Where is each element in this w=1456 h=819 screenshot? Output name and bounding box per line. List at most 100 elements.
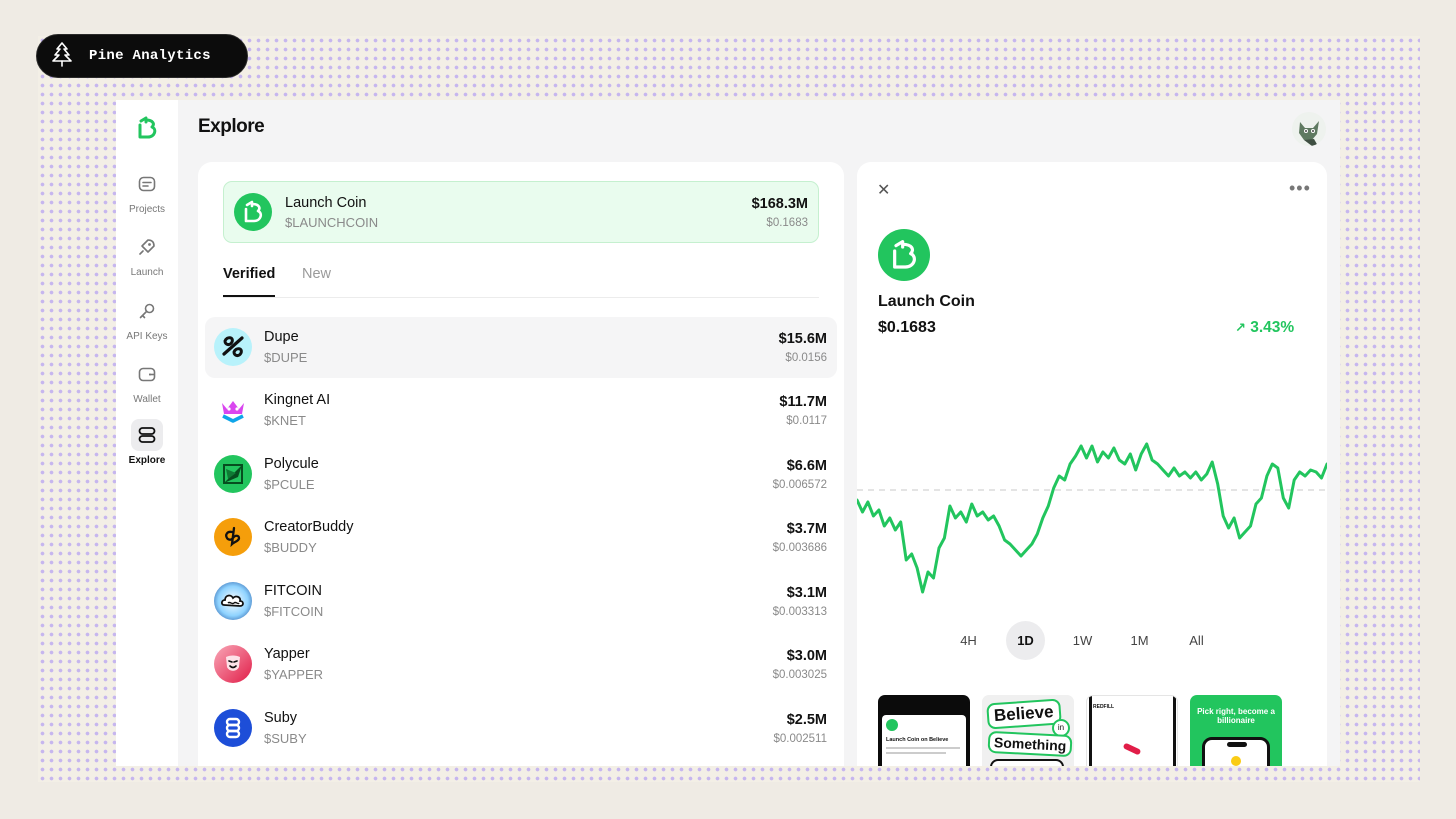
sidebar-item-launch[interactable]: Launch bbox=[116, 231, 178, 278]
app-window: Projects Launch API Keys Wallet Explore bbox=[116, 100, 1340, 766]
yapper-logo-icon bbox=[214, 645, 252, 683]
sidebar-item-explore[interactable]: Explore bbox=[116, 419, 178, 466]
featured-coin-name: Launch Coin bbox=[285, 195, 367, 211]
coin-ticker: $PCULE bbox=[264, 477, 315, 492]
kingnet-ai-logo-icon bbox=[214, 391, 252, 429]
coin-market-cap: $3.1M bbox=[786, 585, 827, 601]
coin-market-cap: $2.5M bbox=[786, 712, 827, 728]
range-all[interactable]: All bbox=[1177, 621, 1216, 660]
featured-coin-card[interactable]: Launch Coin $LAUNCHCOIN $168.3M $0.1683 bbox=[223, 181, 819, 243]
pine-analytics-badge: Pine Analytics bbox=[36, 34, 248, 78]
sidebar-item-label: API Keys bbox=[126, 331, 168, 342]
detail-coin-logo-icon bbox=[878, 229, 930, 281]
suby-logo-icon bbox=[214, 709, 252, 747]
rocket-icon bbox=[131, 231, 163, 263]
coin-ticker: $FITCOIN bbox=[264, 604, 324, 619]
creatorbuddy-logo-icon bbox=[214, 518, 252, 556]
detail-coin-price: $0.1683 bbox=[878, 319, 936, 336]
tab-new[interactable]: New bbox=[302, 266, 331, 295]
thumbnail-caption: REDFILL bbox=[1093, 704, 1115, 710]
pick-right-thumbnail[interactable]: Pick right, become a billionaire bbox=[1190, 695, 1282, 766]
tab-verified[interactable]: Verified bbox=[223, 266, 276, 297]
believe-logo-icon[interactable] bbox=[136, 116, 158, 145]
page-title: Explore bbox=[198, 116, 265, 137]
coin-row-polycule[interactable]: Polycule $PCULE $6.6M $0.006572 bbox=[205, 444, 837, 505]
wallet-icon bbox=[131, 358, 163, 390]
screenshot-thumbnail[interactable]: Launch Coin on Believe bbox=[878, 695, 970, 766]
thumbnail-caption: Launch Coin on Believe bbox=[886, 737, 949, 743]
coin-market-cap: $3.7M bbox=[786, 521, 827, 537]
coin-row-suby[interactable]: Suby $SUBY $2.5M $0.002511 bbox=[205, 698, 837, 759]
coin-row-creatorbuddy[interactable]: CreatorBuddy $BUDDY $3.7M $0.003686 bbox=[205, 507, 837, 568]
fitcoin-logo-icon bbox=[214, 582, 252, 620]
coin-tabs: Verified New bbox=[223, 260, 819, 298]
coin-market-cap: $6.6M bbox=[786, 458, 827, 474]
time-range-selector: 4H 1D 1W 1M All bbox=[949, 621, 1216, 660]
range-4h[interactable]: 4H bbox=[949, 621, 988, 660]
range-1w[interactable]: 1W bbox=[1063, 621, 1102, 660]
featured-coin-price: $0.1683 bbox=[766, 217, 808, 229]
price-series-line bbox=[857, 442, 1327, 594]
brand-name: Pine Analytics bbox=[89, 48, 211, 64]
coin-ticker: $SUBY bbox=[264, 731, 307, 746]
coin-market-cap: $3.0M bbox=[786, 648, 827, 664]
coin-market-cap: $15.6M bbox=[778, 331, 827, 347]
coin-price: $0.0117 bbox=[786, 415, 827, 427]
coin-name: Kingnet AI bbox=[264, 392, 331, 408]
sidebar-item-projects[interactable]: Projects bbox=[116, 168, 178, 215]
coin-row-kingnet-ai[interactable]: Kingnet AI $KNET $11.7M $0.0117 bbox=[205, 380, 837, 441]
sidebar-item-label: Launch bbox=[130, 267, 164, 278]
polycule-logo-icon bbox=[214, 455, 252, 493]
coin-price: $0.003025 bbox=[772, 669, 827, 681]
sidebar: Projects Launch API Keys Wallet Explore bbox=[116, 100, 178, 766]
redfill-thumbnail[interactable]: REDFILL bbox=[1086, 695, 1178, 766]
coin-price: $0.003686 bbox=[772, 542, 827, 554]
explore-icon bbox=[131, 419, 163, 451]
sidebar-item-api-keys[interactable]: API Keys bbox=[116, 295, 178, 342]
coin-market-cap: $11.7M bbox=[779, 394, 827, 410]
pine-tree-icon bbox=[49, 41, 75, 72]
coin-price: $0.006572 bbox=[772, 479, 827, 491]
arrow-up-right-icon: ↗ bbox=[1235, 320, 1246, 335]
coin-ticker: $BUDDY bbox=[264, 540, 317, 555]
sidebar-item-wallet[interactable]: Wallet bbox=[116, 358, 178, 405]
coin-ticker: $KNET bbox=[264, 413, 306, 428]
coin-name: Suby bbox=[264, 710, 298, 726]
coin-row-dupe[interactable]: Dupe $DUPE $15.6M $0.0156 bbox=[205, 317, 837, 378]
coin-ticker: $YAPPER bbox=[264, 667, 324, 682]
coin-price: $0.003313 bbox=[772, 606, 827, 618]
dupe-logo-icon bbox=[214, 328, 252, 366]
thumbnail-word-believe: Believe bbox=[986, 698, 1062, 730]
range-1d[interactable]: 1D bbox=[1006, 621, 1045, 660]
coin-name: CreatorBuddy bbox=[264, 519, 354, 535]
red-object-icon bbox=[1122, 742, 1142, 756]
price-change-value: 3.43% bbox=[1250, 319, 1295, 336]
price-chart[interactable] bbox=[857, 416, 1327, 616]
coin-name: Dupe bbox=[264, 329, 299, 345]
thumbnail-caption: Pick right, become a billionaire bbox=[1197, 707, 1275, 725]
coin-price: $0.002511 bbox=[773, 733, 827, 745]
thumbnail-logo-icon bbox=[886, 719, 898, 731]
range-1m[interactable]: 1M bbox=[1120, 621, 1159, 660]
coin-price: $0.0156 bbox=[785, 352, 827, 364]
sidebar-item-label: Wallet bbox=[133, 394, 161, 405]
sidebar-item-label: Explore bbox=[128, 455, 166, 466]
coin-row-fitcoin[interactable]: FITCOIN $FITCOIN $3.1M $0.003313 bbox=[205, 571, 837, 632]
thumbnail-word-something: Something bbox=[987, 730, 1073, 758]
coin-ticker: $DUPE bbox=[264, 350, 308, 365]
coin-name: Yapper bbox=[264, 646, 310, 662]
close-icon[interactable]: ✕ bbox=[877, 180, 890, 200]
believe-in-something-thumbnail[interactable]: Believe in Something bbox=[982, 695, 1074, 766]
sidebar-item-label: Projects bbox=[128, 204, 166, 215]
featured-coin-ticker: $LAUNCHCOIN bbox=[285, 215, 379, 230]
projects-icon bbox=[131, 168, 163, 200]
coin-detail-panel: ✕ ••• Launch Coin $0.1683 ↗ 3.43% 4H 1D … bbox=[857, 162, 1327, 766]
detail-price-change: ↗ 3.43% bbox=[1235, 319, 1294, 337]
more-options-icon[interactable]: ••• bbox=[1289, 178, 1311, 199]
launch-coin-logo-icon bbox=[234, 193, 272, 231]
coin-row-yapper[interactable]: Yapper $YAPPER $3.0M $0.003025 bbox=[205, 634, 837, 695]
featured-coin-market-cap: $168.3M bbox=[751, 196, 808, 212]
user-avatar[interactable] bbox=[1292, 112, 1326, 146]
coin-name: FITCOIN bbox=[264, 583, 322, 599]
detail-coin-name: Launch Coin bbox=[878, 293, 975, 310]
